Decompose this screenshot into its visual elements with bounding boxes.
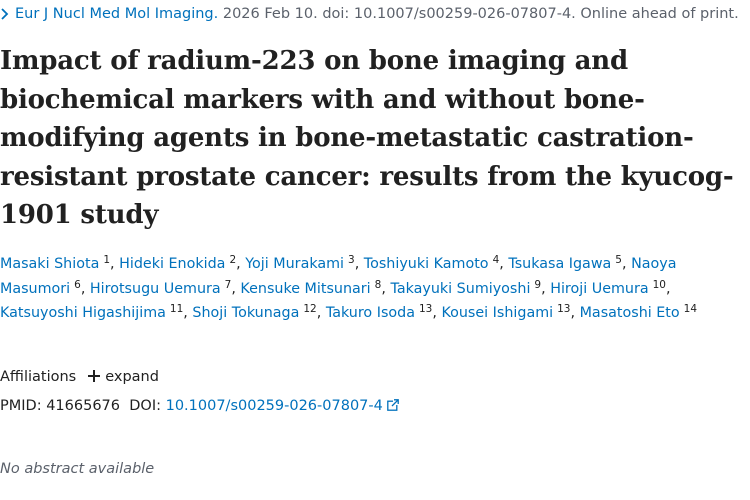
author-link[interactable]: Kensuke Mitsunari [240,281,370,297]
author-affiliation-number[interactable]: 11 [170,303,183,315]
author-affiliation-number[interactable]: 9 [534,279,541,291]
plus-icon[interactable] [88,370,101,382]
expand-toggle[interactable]: expand [105,369,159,385]
author-link[interactable]: Hiroji Uemura [550,281,648,297]
author-link[interactable]: Shoji Tokunaga [192,305,299,321]
author-link[interactable]: Takayuki Sumiyoshi [390,281,530,297]
author-link[interactable]: Masaki Shiota [0,256,99,272]
author-affiliation-number[interactable]: 6 [74,279,81,291]
author-link[interactable]: Tsukasa Igawa [508,256,611,272]
author-affiliation-number[interactable]: 7 [225,279,232,291]
author-link[interactable]: Yoji Murakami [245,256,344,272]
chevron-right-icon[interactable] [0,5,10,23]
journal-link[interactable]: Eur J Nucl Med Mol Imaging. [15,6,218,22]
author-link[interactable]: Masatoshi Eto [580,305,680,321]
doi-link[interactable]: 10.1007/s00259-026-07807-4 [166,398,383,414]
no-abstract-note: No abstract available [0,461,155,477]
author-affiliation-number[interactable]: 12 [303,303,316,315]
author-affiliation-number[interactable]: 13 [419,303,432,315]
pmid-value: 41665676 [46,398,121,414]
author-affiliation-number[interactable]: 5 [615,254,622,266]
authors-list: Masaki Shiota 1, Hideki Enokida 2, Yoji Mu… [0,254,698,321]
pmid-label: PMID: [0,398,42,414]
external-link-icon[interactable] [387,399,399,411]
author-link[interactable]: Katsuyoshi Higashijima [0,305,166,321]
citation-line: Eur J Nucl Med Mol Imaging. 2026 Feb 10.… [0,5,739,23]
author-link[interactable]: Hirotsugu Uemura [90,281,221,297]
author-link[interactable]: Kousei Ishigami [441,305,553,321]
author-link[interactable]: Takuro Isoda [326,305,415,321]
affiliations-label: Affiliations [0,369,77,385]
citation-details: 2026 Feb 10. doi: 10.1007/s00259-026-078… [222,6,739,22]
author-affiliation-number[interactable]: 8 [375,279,382,291]
doi-label: DOI: [129,398,161,414]
author-affiliation-number[interactable]: 14 [684,303,697,315]
affiliations-row: Affiliations expand [0,366,159,388]
identifiers-row: PMID: 41665676 DOI: 10.1007/s00259-026-0… [0,395,399,417]
author-affiliation-number[interactable]: 3 [348,254,355,266]
author-affiliation-number[interactable]: 1 [103,254,110,266]
author-affiliation-number[interactable]: 4 [493,254,500,266]
author-affiliation-number[interactable]: 10 [653,279,666,291]
author-link[interactable]: Toshiyuki Kamoto [364,256,489,272]
author-affiliation-number[interactable]: 13 [557,303,570,315]
author-affiliation-number[interactable]: 2 [229,254,236,266]
author-link[interactable]: Hideki Enokida [119,256,225,272]
article-title: Impact of radium-223 on bone imaging and… [0,46,734,230]
